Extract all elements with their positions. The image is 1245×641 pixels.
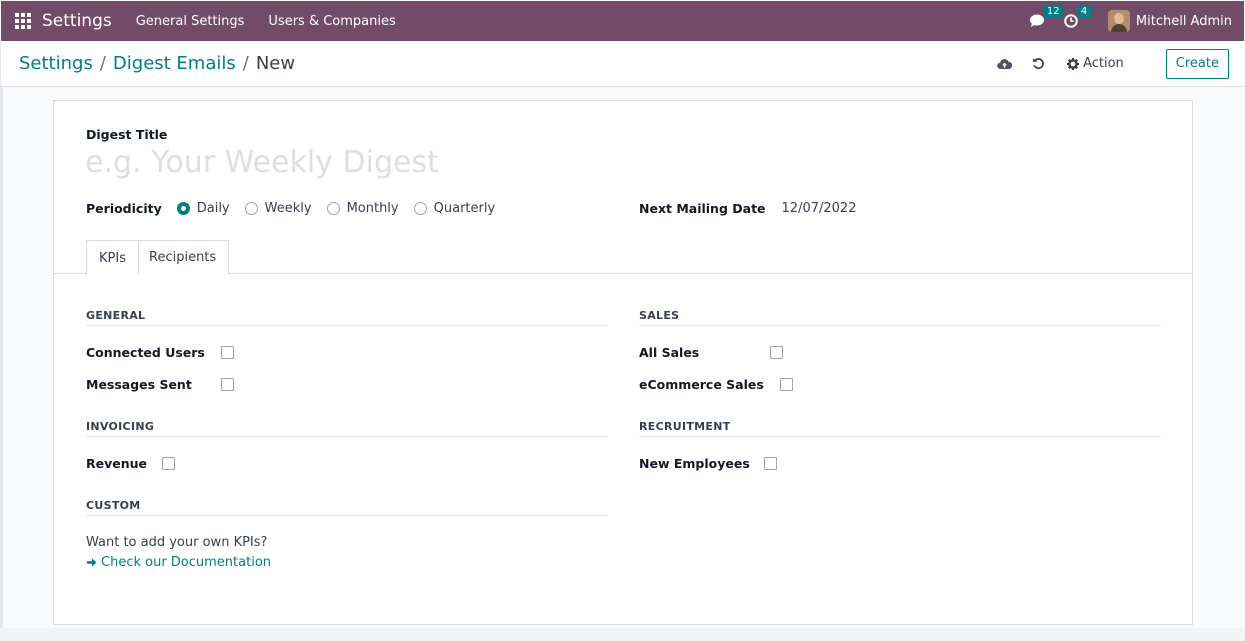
section-general-heading: GENERAL	[86, 309, 608, 326]
documentation-link[interactable]: Check our Documentation	[86, 555, 271, 570]
radio-unchecked-icon	[326, 202, 340, 215]
periodicity-monthly[interactable]: Monthly	[326, 201, 399, 216]
all-sales-checkbox[interactable]	[770, 346, 784, 359]
save-button[interactable]	[997, 58, 1013, 70]
notebook-tabs: KPIs Recipients	[54, 240, 1192, 275]
documentation-link-label: Check our Documentation	[101, 555, 272, 570]
radio-label: Daily	[196, 201, 230, 216]
menu-general-settings[interactable]: General Settings	[136, 14, 245, 29]
next-mailing-label: Next Mailing Date	[639, 201, 766, 216]
user-menu[interactable]: Mitchell Admin	[1136, 14, 1232, 29]
messages-sent-checkbox[interactable]	[220, 378, 234, 391]
cloud-upload-icon	[997, 58, 1013, 69]
digest-title-label: Digest Title	[86, 127, 168, 142]
tab-kpis[interactable]: KPIs	[86, 240, 139, 275]
periodicity-field: Periodicity Daily Weekly Monthly Quarter…	[86, 201, 510, 216]
create-button[interactable]: Create	[1165, 48, 1229, 79]
kpi-new-employees: New Employees	[639, 456, 777, 471]
activities-button[interactable]: 4	[1064, 5, 1092, 28]
kpi-label: Revenue	[86, 456, 148, 471]
arrow-right-icon	[87, 558, 97, 567]
breadcrumb-separator: /	[242, 53, 249, 74]
menu-users-companies[interactable]: Users & Companies	[268, 14, 395, 29]
next-mailing-field: Next Mailing Date 12/07/2022	[639, 201, 856, 216]
radio-label: Quarterly	[433, 201, 496, 216]
next-mailing-value[interactable]: 12/07/2022	[782, 201, 857, 216]
clock-icon	[1064, 14, 1078, 28]
new-employees-checkbox[interactable]	[763, 457, 777, 470]
revenue-checkbox[interactable]	[162, 457, 176, 470]
digest-title-input[interactable]	[85, 145, 605, 180]
kpi-label: New Employees	[639, 456, 750, 471]
section-sales-heading: SALES	[639, 309, 1161, 326]
kpi-ecommerce-sales: eCommerce Sales	[639, 377, 793, 392]
app-brand[interactable]: Settings	[42, 11, 112, 31]
breadcrumb: Settings / Digest Emails / New	[19, 53, 295, 74]
radio-label: Weekly	[264, 201, 312, 216]
kpi-label: All Sales	[639, 345, 700, 360]
radio-unchecked-icon	[413, 202, 427, 215]
breadcrumb-settings[interactable]: Settings	[19, 53, 93, 74]
periodicity-weekly[interactable]: Weekly	[244, 201, 312, 216]
kpi-label: Connected Users	[86, 345, 205, 360]
periodicity-quarterly[interactable]: Quarterly	[413, 201, 496, 216]
action-label: Action	[1083, 56, 1124, 71]
messages-badge: 12	[1042, 5, 1064, 18]
control-panel: Settings / Digest Emails / New Action Cr…	[1, 41, 1244, 87]
radio-label: Monthly	[346, 201, 399, 216]
breadcrumb-digest-emails[interactable]: Digest Emails	[113, 53, 236, 74]
periodicity-daily[interactable]: Daily	[176, 201, 230, 216]
breadcrumb-current: New	[255, 53, 296, 74]
radio-checked-icon	[176, 202, 190, 215]
custom-kpi-text: Want to add your own KPIs?	[86, 535, 268, 550]
tab-recipients[interactable]: Recipients	[137, 240, 230, 274]
section-custom-heading: CUSTOM	[86, 499, 608, 516]
kpi-label: eCommerce Sales	[639, 377, 764, 392]
undo-icon	[1033, 58, 1044, 70]
action-menu-button[interactable]: Action	[1067, 56, 1124, 71]
user-avatar[interactable]	[1107, 10, 1130, 32]
kpi-all-sales: All Sales	[639, 345, 784, 360]
kpi-revenue: Revenue	[86, 456, 176, 471]
background-page-strip	[0, 628, 1245, 641]
form-sheet: Digest Title Periodicity Daily Weekly Mo…	[53, 100, 1193, 625]
section-recruitment-heading: RECRUITMENT	[639, 420, 1161, 437]
gear-icon	[1067, 57, 1080, 70]
activities-badge: 4	[1076, 5, 1092, 18]
kpi-label: Messages Sent	[86, 377, 192, 392]
kpi-connected-users: Connected Users	[86, 345, 234, 360]
connected-users-checkbox[interactable]	[220, 346, 234, 359]
discard-button[interactable]	[1032, 57, 1045, 70]
radio-unchecked-icon	[244, 202, 258, 215]
breadcrumb-separator: /	[99, 53, 106, 74]
apps-grid-icon[interactable]	[15, 13, 31, 29]
background-edge	[0, 41, 3, 641]
messages-button[interactable]: 12	[1029, 5, 1064, 28]
periodicity-label: Periodicity	[86, 201, 162, 216]
ecommerce-sales-checkbox[interactable]	[779, 378, 793, 391]
top-navbar: Settings General Settings Users & Compan…	[1, 1, 1244, 41]
kpi-messages-sent: Messages Sent	[86, 377, 234, 392]
section-invoicing-heading: INVOICING	[86, 420, 608, 437]
